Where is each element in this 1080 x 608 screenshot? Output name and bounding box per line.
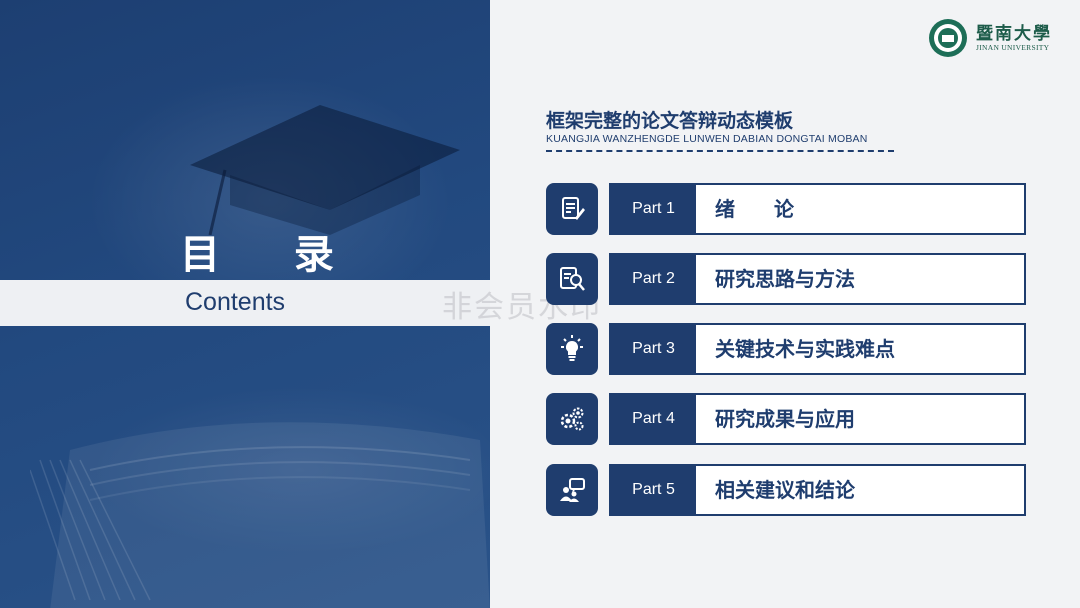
people-chat-icon xyxy=(546,464,598,516)
part-label: Part 5 xyxy=(611,466,696,514)
toc-item-5[interactable]: Part 5 相关建议和结论 xyxy=(546,464,1026,516)
book-tassel-image xyxy=(30,422,490,608)
toc-item-3[interactable]: Part 3 关键技术与实践难点 xyxy=(546,323,1026,375)
lightbulb-icon xyxy=(546,323,598,375)
page-title: 目 录 xyxy=(180,232,364,278)
part-label: Part 4 xyxy=(611,395,696,443)
toc-item-label: 相关建议和结论 xyxy=(715,478,855,502)
part-label: Part 2 xyxy=(611,255,696,303)
toc-item-box: Part 1 绪 论 xyxy=(609,183,1026,235)
graduation-cap-image xyxy=(190,105,460,235)
toc-item-4[interactable]: Part 4 研究成果与应用 xyxy=(546,393,1026,445)
toc-item-box: Part 2 研究思路与方法 xyxy=(609,253,1026,305)
logo-name-en: JINAN UNIVERSITY xyxy=(976,43,1050,52)
university-seal-icon xyxy=(929,19,967,57)
toc-item-box: Part 3 关键技术与实践难点 xyxy=(609,323,1026,375)
toc-item-box: Part 4 研究成果与应用 xyxy=(609,393,1026,445)
header-title: 框架完整的论文答辩动态模板 xyxy=(546,110,794,132)
university-logo: 暨南大學 JINAN UNIVERSITY xyxy=(928,18,1050,58)
part-label: Part 1 xyxy=(611,185,696,233)
header-subtitle: KUANGJIA WANZHENGDE LUNWEN DABIAN DONGTA… xyxy=(546,133,868,145)
toc-item-2[interactable]: Part 2 研究思路与方法 xyxy=(546,253,1026,305)
gears-icon xyxy=(546,393,598,445)
toc-item-label: 绪 论 xyxy=(715,197,810,221)
toc-item-label: 研究思路与方法 xyxy=(715,267,855,291)
toc-item-box: Part 5 相关建议和结论 xyxy=(609,464,1026,516)
contents-subtitle: Contents xyxy=(185,288,286,316)
toc-item-1[interactable]: Part 1 绪 论 xyxy=(546,183,1026,235)
document-search-icon xyxy=(546,253,598,305)
document-pen-icon xyxy=(546,183,598,235)
toc-item-label: 关键技术与实践难点 xyxy=(715,337,895,361)
logo-name-cn: 暨南大學 xyxy=(976,24,1052,44)
part-label: Part 3 xyxy=(611,325,696,373)
toc-item-label: 研究成果与应用 xyxy=(715,407,855,431)
dashed-divider xyxy=(546,150,894,152)
